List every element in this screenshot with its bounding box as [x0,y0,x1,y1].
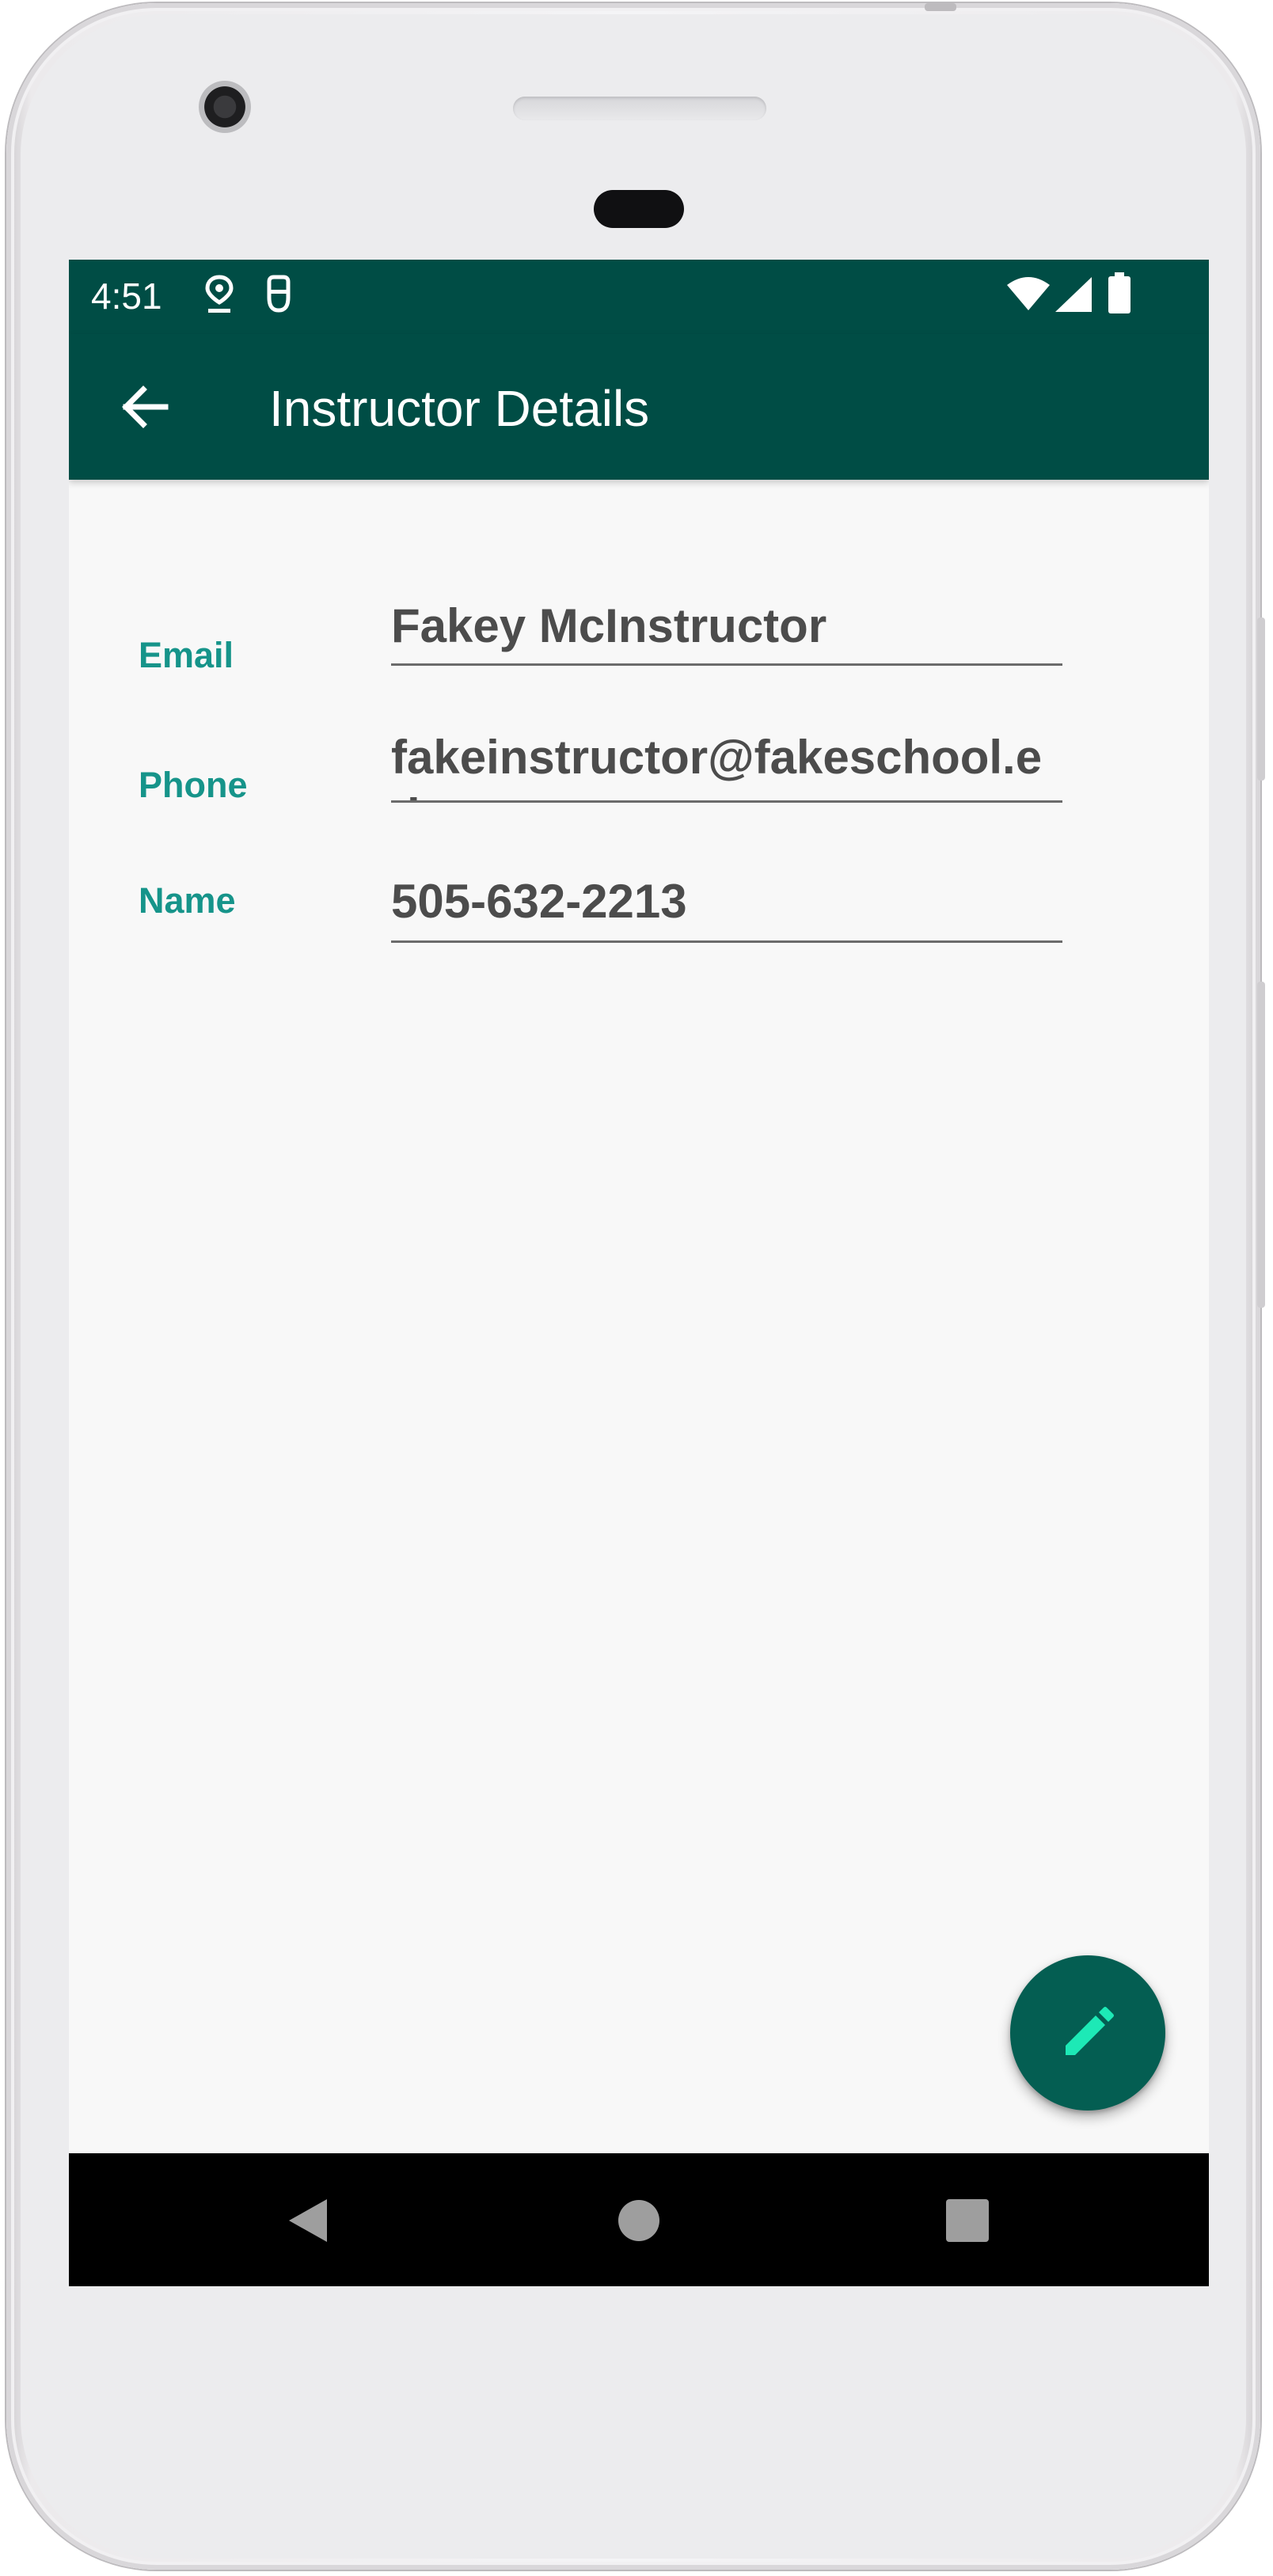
power-button-top [925,3,956,11]
email-field[interactable]: fakeinstructor@fakeschool.edu [391,720,1062,803]
app-bar: Instructor Details [69,334,1209,480]
nav-back-icon[interactable] [286,2198,330,2247]
back-button[interactable] [108,370,181,443]
navigation-bar [69,2153,1209,2286]
nav-recents-icon[interactable] [946,2199,989,2246]
edit-fab-button[interactable] [1010,1955,1165,2111]
wifi-icon [1007,275,1050,316]
proximity-sensor [594,190,684,228]
status-time: 4:51 [91,275,162,317]
email-label: Email [139,635,234,675]
phone-field[interactable]: 505-632-2213 [391,866,1062,943]
name-label: Name [139,880,236,921]
screen: 4:51 Instructor Details Name Fakey McIns… [69,260,1209,2286]
location-pin-icon [203,274,235,321]
name-value: Fakey McInstructor [391,599,827,652]
signal-icon [1055,277,1092,316]
battery-icon [1108,272,1130,317]
earpiece-speaker [513,97,766,120]
sim-card-icon [263,274,294,321]
phone-frame: 4:51 Instructor Details Name Fakey McIns… [6,3,1265,2570]
email-value: fakeinstructor@fakeschool.edu [391,731,1043,800]
status-bar: 4:51 [69,260,1209,334]
name-field[interactable]: Fakey McInstructor [391,591,1062,666]
front-camera [199,81,251,133]
nav-home-icon[interactable] [618,2199,660,2246]
volume-button [1257,982,1265,1308]
phone-label: Phone [139,765,248,805]
page-title: Instructor Details [269,380,650,437]
side-button [1257,617,1265,781]
arrow-back-icon [108,386,181,446]
phone-value: 505-632-2213 [391,875,687,928]
